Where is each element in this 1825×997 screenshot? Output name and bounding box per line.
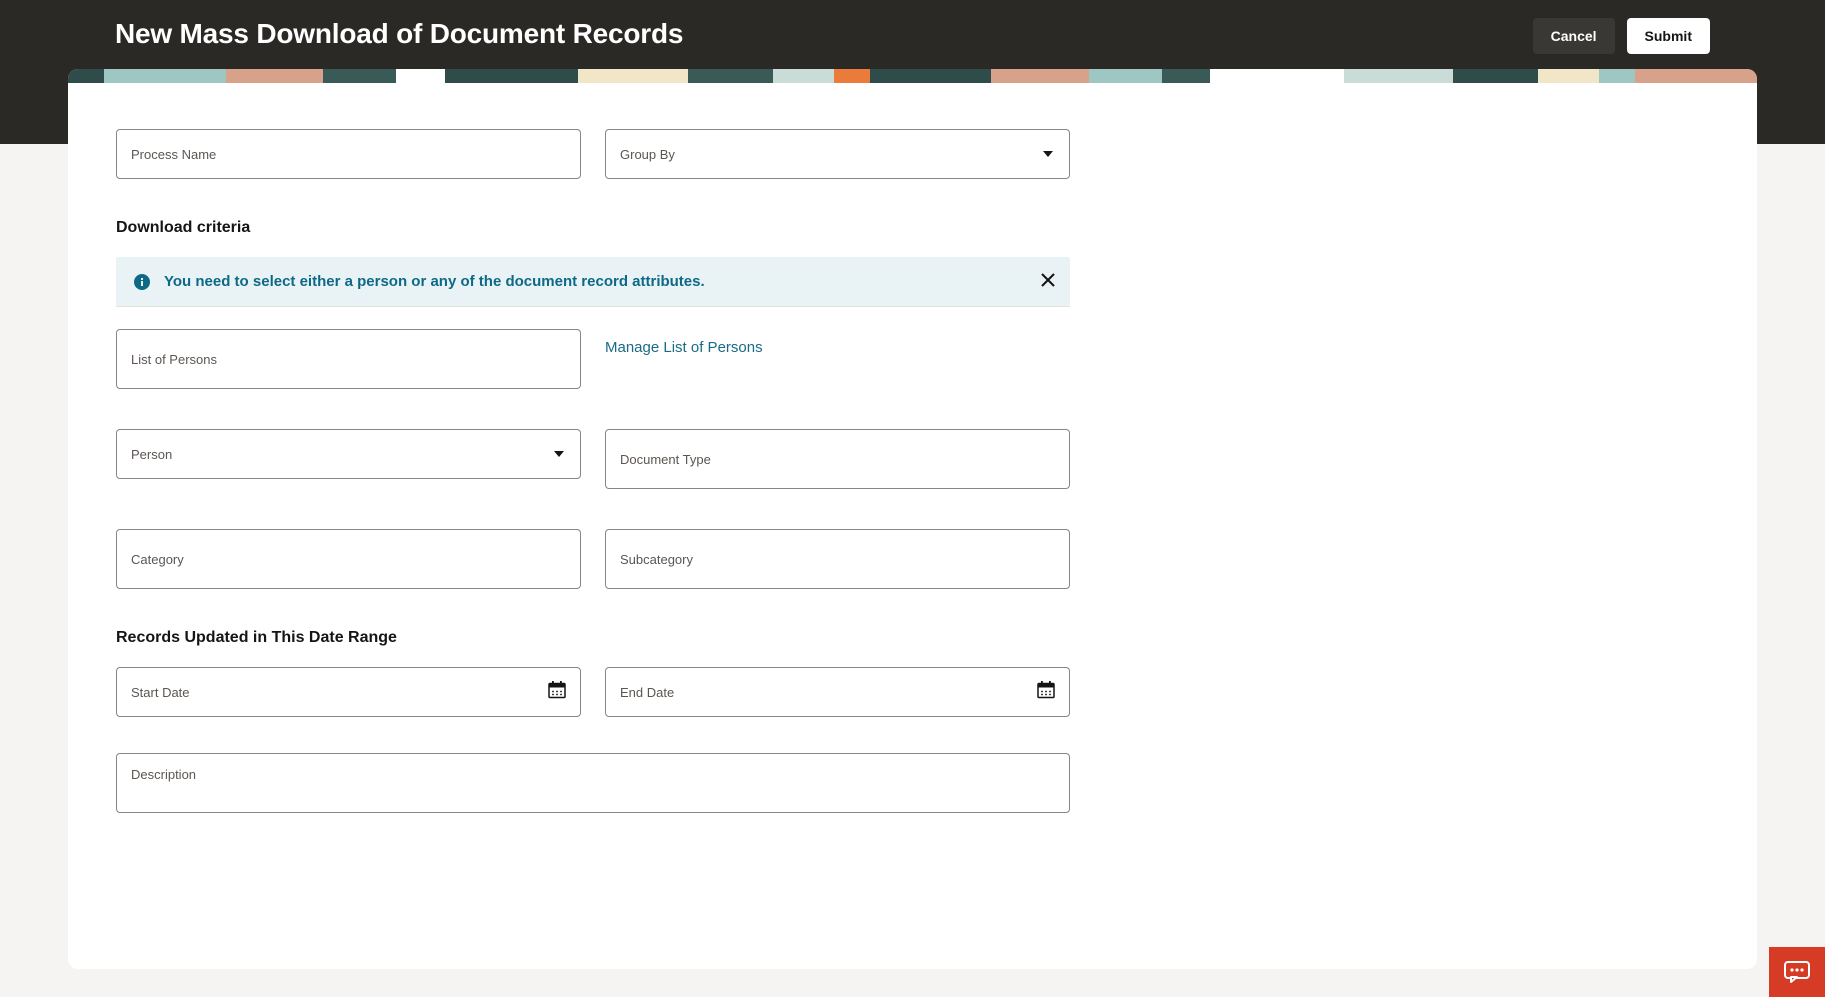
description-textarea[interactable]: Description (116, 753, 1070, 813)
end-date-label: End Date (620, 685, 674, 700)
close-icon (1040, 272, 1056, 288)
close-banner-button[interactable] (1040, 272, 1056, 292)
list-of-persons-label: List of Persons (131, 352, 217, 367)
form-card: Process Name Group By Download criteria … (68, 69, 1757, 969)
start-date-label: Start Date (131, 685, 190, 700)
chat-icon (1783, 960, 1811, 984)
page-title: New Mass Download of Document Records (115, 18, 683, 50)
end-date-input[interactable]: End Date (605, 667, 1070, 717)
decorative-strip (68, 69, 1757, 83)
submit-button[interactable]: Submit (1627, 18, 1710, 54)
process-name-input[interactable]: Process Name (116, 129, 581, 179)
subcategory-label: Subcategory (620, 552, 693, 567)
calendar-icon (548, 681, 566, 704)
date-range-heading: Records Updated in This Date Range (116, 629, 1070, 647)
subcategory-input[interactable]: Subcategory (605, 529, 1070, 589)
chat-button[interactable] (1769, 947, 1825, 997)
calendar-icon (1037, 681, 1055, 704)
person-select[interactable]: Person (116, 429, 581, 479)
download-criteria-heading: Download criteria (116, 219, 1070, 237)
header-actions: Cancel Submit (1533, 18, 1710, 54)
info-icon (134, 274, 150, 290)
person-label: Person (131, 447, 172, 462)
category-label: Category (131, 552, 184, 567)
process-name-label: Process Name (131, 147, 216, 162)
divider (116, 306, 1070, 307)
info-banner: You need to select either a person or an… (116, 257, 1070, 306)
info-banner-text: You need to select either a person or an… (164, 273, 705, 290)
cancel-button[interactable]: Cancel (1533, 18, 1615, 54)
group-by-label: Group By (620, 147, 675, 162)
document-type-input[interactable]: Document Type (605, 429, 1070, 489)
list-of-persons-input[interactable]: List of Persons (116, 329, 581, 389)
group-by-select[interactable]: Group By (605, 129, 1070, 179)
chevron-down-icon (554, 451, 564, 457)
document-type-label: Document Type (620, 452, 711, 467)
description-label: Description (131, 767, 196, 782)
start-date-input[interactable]: Start Date (116, 667, 581, 717)
chevron-down-icon (1043, 151, 1053, 157)
manage-list-of-persons-link[interactable]: Manage List of Persons (605, 329, 763, 356)
category-input[interactable]: Category (116, 529, 581, 589)
